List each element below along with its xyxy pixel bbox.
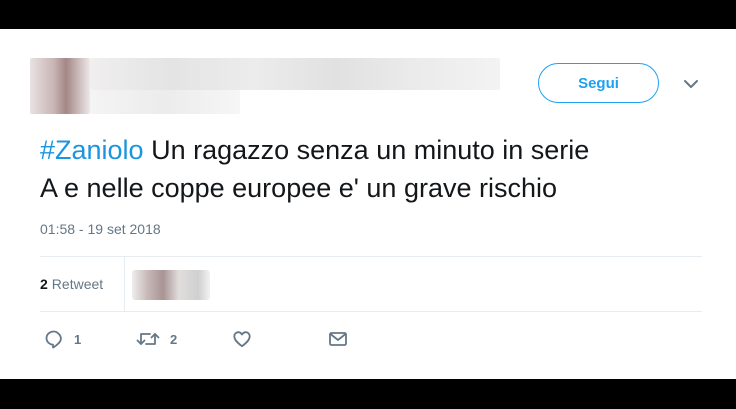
tweet-text: #Zaniolo Un ragazzo senza un minuto in s…: [40, 131, 710, 207]
tweet-card: Segui #Zaniolo Un ragazzo senza un minut…: [0, 29, 736, 379]
stats-separator: [124, 257, 125, 311]
retweet-stat-label: Retweet: [51, 276, 104, 292]
follow-button[interactable]: Segui: [538, 63, 659, 103]
hashtag-link[interactable]: #Zaniolo: [40, 135, 144, 165]
envelope-icon: [328, 329, 348, 349]
reply-button[interactable]: 1: [44, 329, 81, 349]
reply-count: 1: [74, 331, 82, 347]
retweeter-avatars[interactable]: [132, 270, 210, 300]
tweet-text-line1: Un ragazzo senza un minuto in serie: [143, 135, 590, 165]
blurred-avatar[interactable]: [30, 58, 90, 114]
divider: [40, 311, 702, 312]
direct-message-button[interactable]: [328, 329, 348, 349]
retweet-icon: [136, 329, 160, 349]
retweet-stats[interactable]: 2 Retweet: [40, 257, 103, 311]
divider: [40, 256, 702, 257]
reply-icon: [44, 329, 64, 349]
heart-icon: [232, 329, 252, 349]
chevron-down-icon[interactable]: [682, 77, 700, 91]
blurred-display-name[interactable]: [90, 58, 500, 90]
retweet-stat-count: 2: [40, 276, 48, 292]
blurred-username[interactable]: [90, 90, 240, 114]
tweet-text-line2: A e nelle coppe europee e' un grave risc…: [40, 173, 558, 203]
retweet-button[interactable]: 2: [136, 329, 177, 349]
retweet-action-count: 2: [170, 331, 178, 347]
tweet-timestamp[interactable]: 01:58 - 19 set 2018: [40, 221, 161, 237]
like-button[interactable]: [232, 329, 252, 349]
